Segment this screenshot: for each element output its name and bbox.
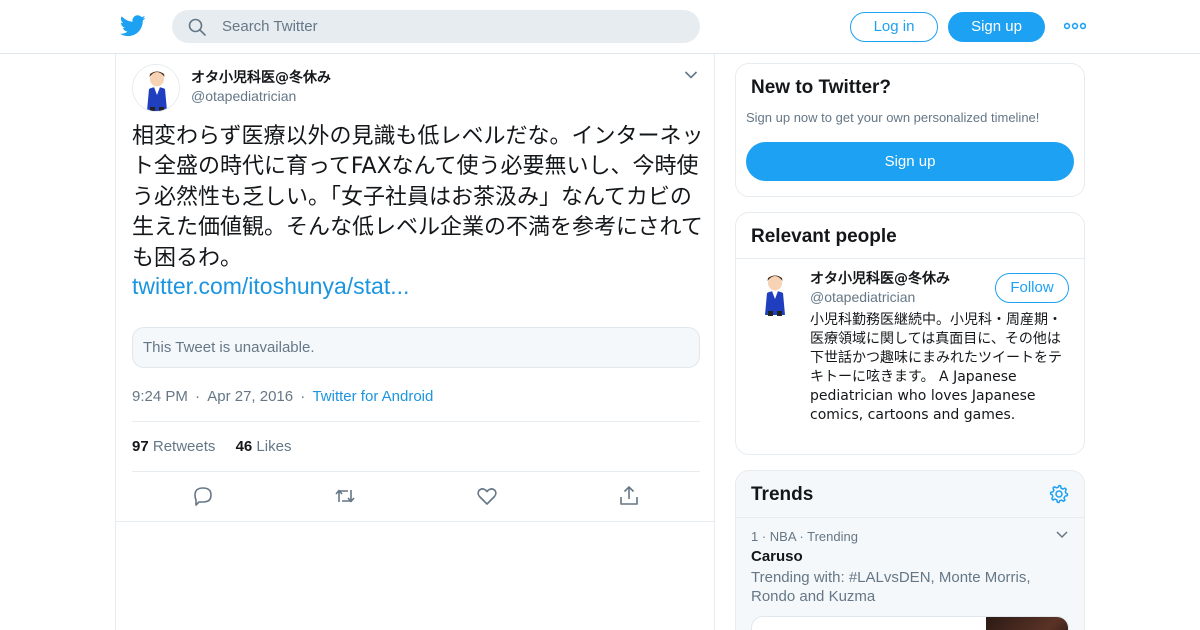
trend-preview-image: [986, 617, 1068, 630]
retweets-count: 97: [132, 438, 149, 455]
twitter-bird-logo-icon[interactable]: [120, 14, 146, 38]
likes-label: Likes: [256, 438, 292, 455]
follow-button[interactable]: Follow: [995, 273, 1069, 303]
like-icon[interactable]: [475, 484, 499, 508]
retweets-stat[interactable]: 97 Retweets: [132, 438, 215, 455]
trends-card: Trends 1 · NBA · Trending Caruso Trendin…: [735, 470, 1085, 630]
quoted-tweet-unavailable: This Tweet is unavailable.: [132, 327, 700, 368]
relevant-person-name[interactable]: オタ小児科医@冬休み: [810, 268, 950, 288]
tweet-source-link[interactable]: Twitter for Android: [312, 388, 433, 405]
relevant-people-title: Relevant people: [751, 226, 897, 247]
tweet-text: 相変わらず医療以外の見識も低レベルだな。インターネット全盛の時代に育ってFAXな…: [132, 124, 704, 271]
trend-name[interactable]: Caruso: [751, 548, 803, 565]
reply-icon[interactable]: [191, 484, 215, 508]
separator-dot: ·: [190, 388, 205, 405]
more-options-icon[interactable]: [1064, 18, 1086, 34]
tweet-metadata: 9:24 PM · Apr 27, 2016 · Twitter for And…: [132, 388, 433, 405]
tweet-actions: [116, 484, 716, 510]
avatar[interactable]: [751, 269, 799, 317]
tweet-link[interactable]: twitter.com/itoshunya/stat...: [132, 273, 409, 300]
trend-meta: 1 · NBA · Trending: [751, 529, 858, 544]
sidebar-signup-button[interactable]: Sign up: [746, 142, 1074, 181]
tweet-stats: 97 Retweets 46 Likes: [132, 438, 291, 455]
chevron-down-icon[interactable]: [1056, 530, 1068, 539]
separator-dot: ·: [296, 388, 310, 405]
new-to-twitter-subtitle: Sign up now to get your own personalized…: [746, 110, 1040, 125]
search-bar[interactable]: [172, 10, 700, 43]
gear-icon[interactable]: [1049, 484, 1069, 504]
relevant-people-card: Relevant people オタ小児科医@冬休み @otapediatric…: [735, 212, 1085, 455]
trends-title: Trends: [751, 484, 814, 505]
relevant-person-bio: 小児科勤務医継続中。小児科・周産期・医療領域に関しては真面目に、その他は下世話か…: [810, 312, 1062, 423]
chevron-down-icon[interactable]: [684, 70, 698, 80]
tweet-author-handle[interactable]: @otapediatrician: [191, 88, 296, 104]
divider: [116, 521, 714, 522]
tweet-permalink: オタ小児科医@冬休み @otapediatrician 相変わらず医療以外の見識…: [115, 54, 715, 630]
retweet-icon[interactable]: [333, 484, 357, 508]
top-navigation-bar: Log in Sign up: [0, 0, 1200, 54]
trend-trending-with: Trending with: #LALvsDEN, Monte Morris, …: [751, 569, 1031, 605]
search-icon: [188, 18, 206, 36]
divider: [132, 471, 700, 472]
signup-button[interactable]: Sign up: [948, 12, 1045, 42]
divider: [132, 421, 700, 422]
retweets-label: Retweets: [152, 438, 216, 455]
tweet-author-name[interactable]: オタ小児科医@冬休み: [191, 67, 331, 87]
relevant-person-handle[interactable]: @otapediatrician: [810, 289, 915, 305]
tweet-date[interactable]: Apr 27, 2016: [207, 388, 293, 405]
likes-stat[interactable]: 46 Likes: [236, 438, 292, 455]
divider: [736, 258, 1084, 259]
login-button[interactable]: Log in: [850, 12, 938, 42]
search-input[interactable]: [222, 10, 682, 43]
avatar[interactable]: [132, 64, 180, 112]
new-to-twitter-card: New to Twitter? Sign up now to get your …: [735, 63, 1085, 197]
share-icon[interactable]: [617, 484, 641, 508]
avatar-illustration-icon: [133, 65, 179, 111]
likes-count: 46: [235, 438, 253, 455]
avatar-illustration-icon: [751, 269, 799, 317]
tweet-time[interactable]: 9:24 PM: [132, 388, 188, 405]
trend-preview-card[interactable]: [751, 616, 1069, 630]
divider: [736, 517, 1084, 518]
new-to-twitter-title: New to Twitter?: [751, 77, 892, 98]
